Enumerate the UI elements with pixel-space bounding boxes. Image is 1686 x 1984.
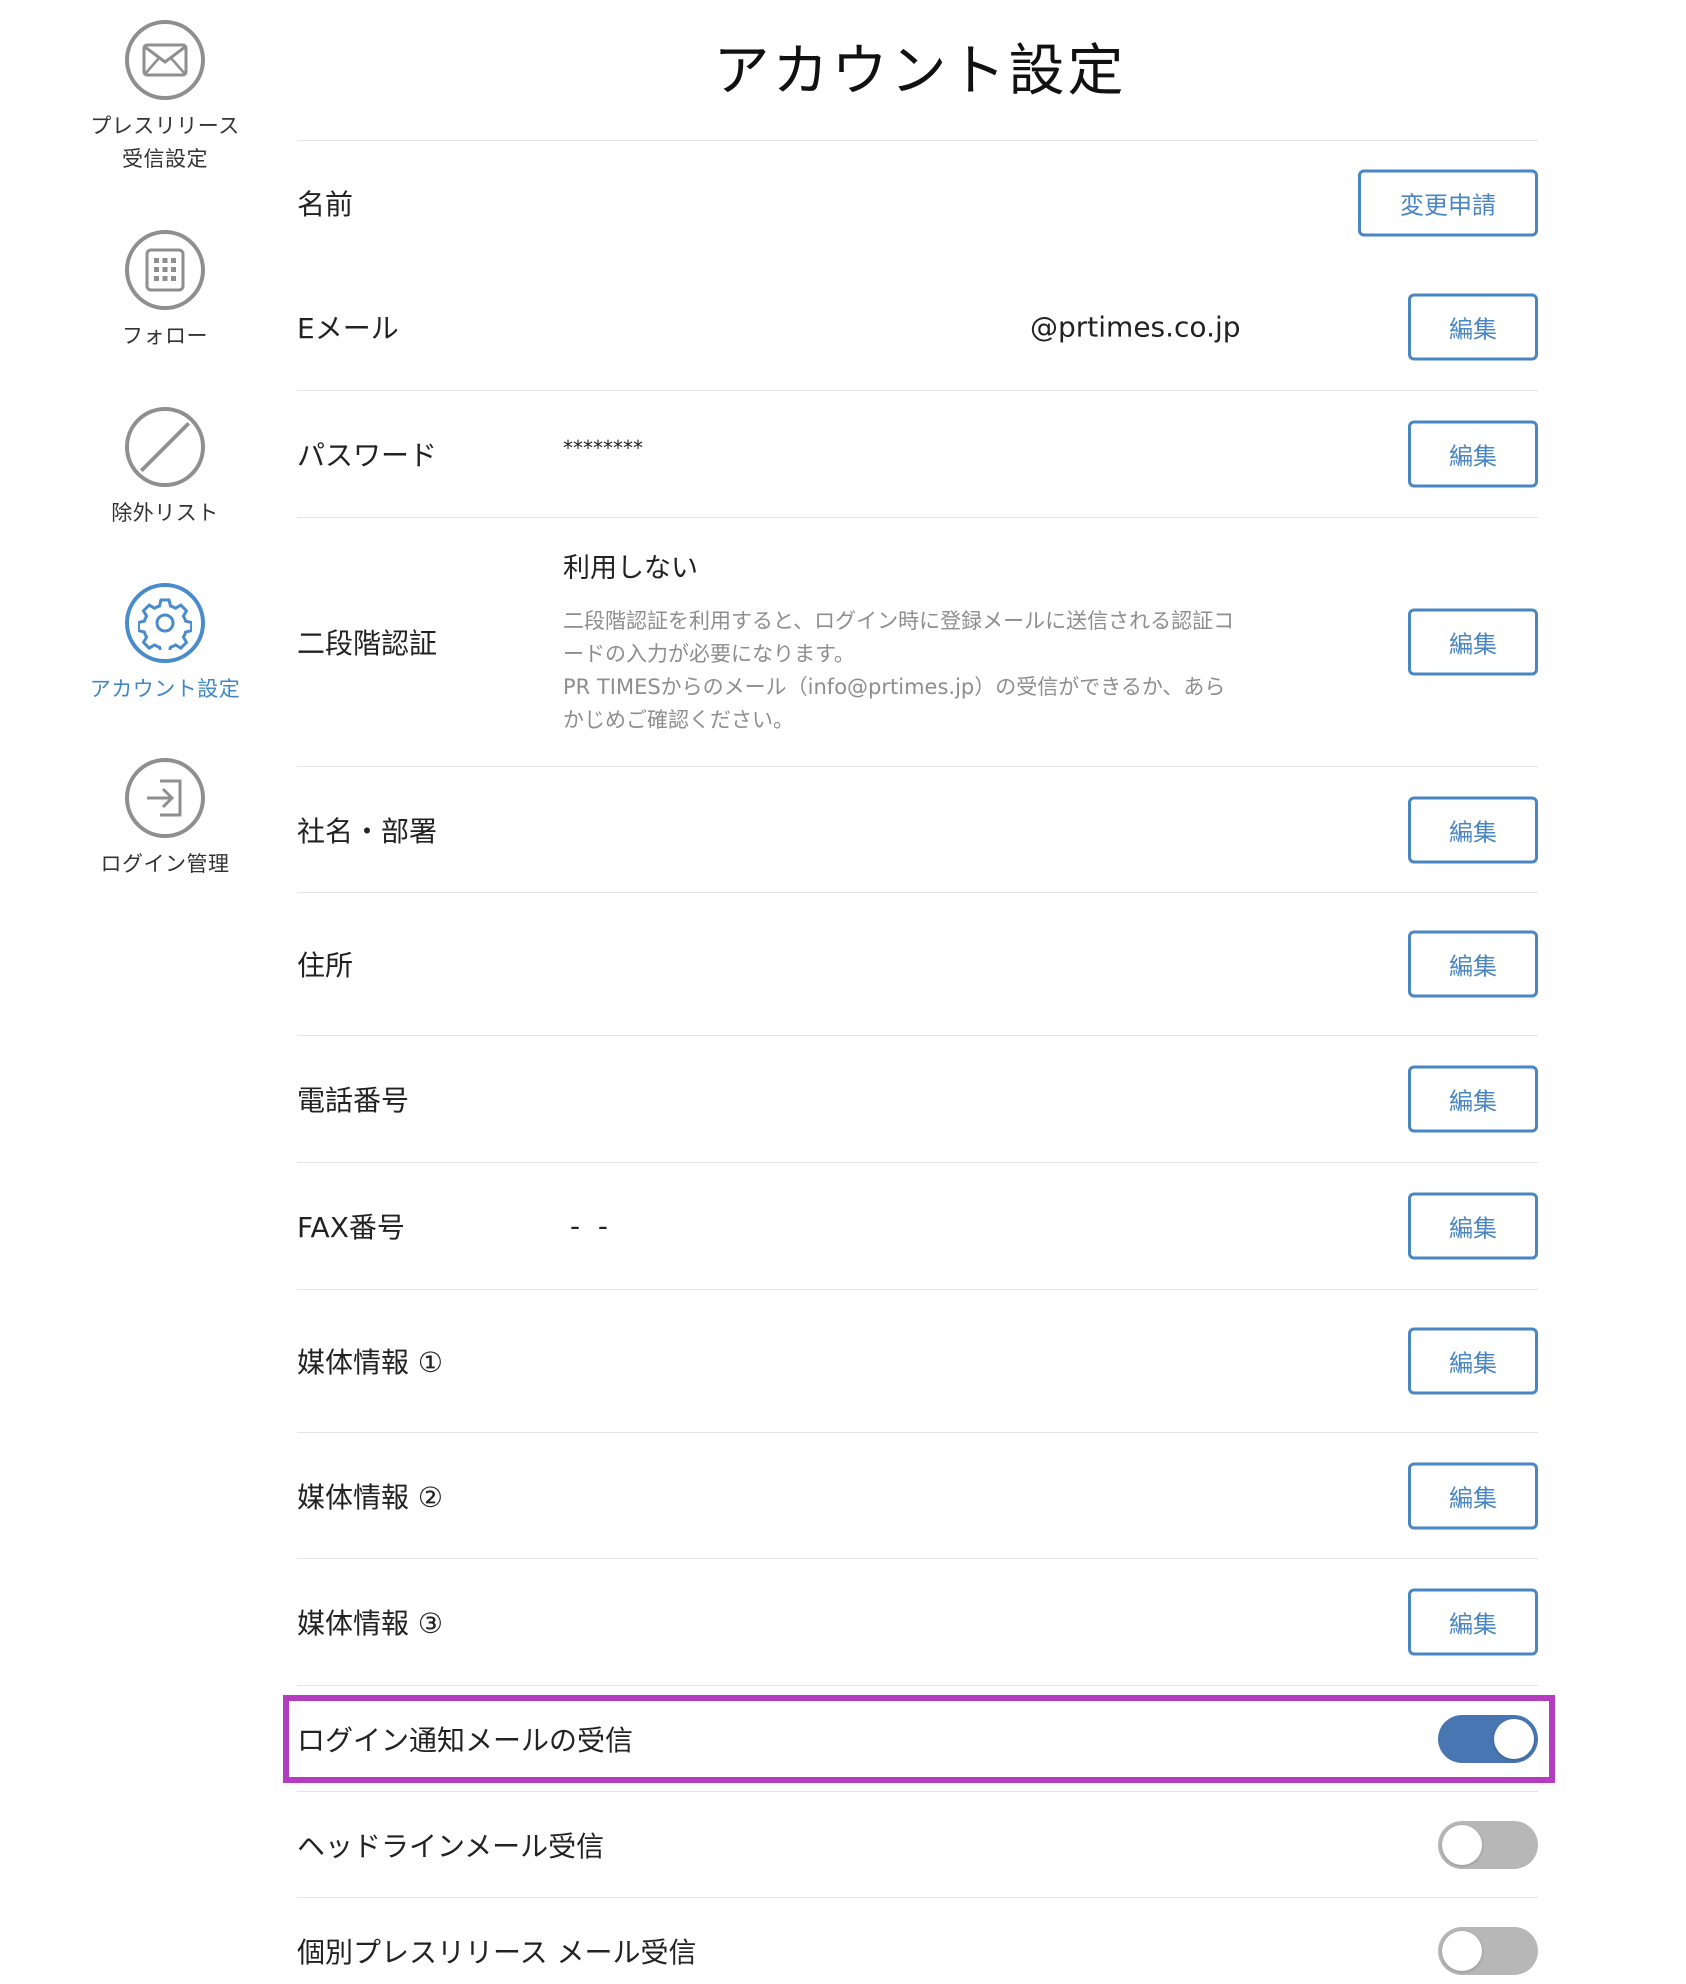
edit-media-1-button[interactable]: 編集 [1408, 1327, 1538, 1395]
page-title: アカウント設定 [713, 39, 1127, 104]
setting-row-media-3: 媒体情報 ③ 編集 [297, 1558, 1538, 1685]
edit-address-button[interactable]: 編集 [1408, 930, 1538, 998]
setting-label: 媒体情報 ③ [297, 1607, 444, 1640]
setting-row-email: Eメール @prtimes.co.jp 編集 [297, 264, 1538, 390]
prohibited-icon [125, 407, 205, 487]
setting-row-two-factor: 二段階認証 利用しない 二段階認証を利用すると、ログイン時に登録メールに送信され… [297, 517, 1538, 766]
setting-label: Eメール [297, 312, 399, 345]
edit-company-button[interactable]: 編集 [1408, 796, 1538, 863]
request-change-button[interactable]: 変更申請 [1358, 169, 1538, 236]
sidebar-item-follow[interactable]: フォロー [0, 230, 330, 353]
toggle-knob [1442, 1930, 1482, 1971]
setting-row-name: 名前 変更申請 [297, 140, 1538, 264]
setting-label: 二段階認証 [297, 627, 438, 660]
sidebar-item-login-management[interactable]: ログイン管理 [0, 758, 330, 881]
two-factor-info: 利用しない 二段階認証を利用すると、ログイン時に登録メールに送信される認証コ ー… [563, 546, 1263, 737]
setting-label: 社名・部署 [297, 814, 438, 848]
edit-phone-button[interactable]: 編集 [1408, 1065, 1538, 1133]
setting-label: ヘッドラインメール受信 [297, 1829, 605, 1863]
setting-label: 電話番号 [297, 1084, 410, 1117]
gear-icon [125, 583, 205, 663]
sidebar-item-label: ログイン管理 [100, 852, 230, 876]
envelope-icon [125, 20, 205, 100]
individual-release-mail-toggle[interactable] [1438, 1926, 1538, 1975]
setting-label: パスワード [297, 439, 438, 472]
sidebar-item-press-release-settings[interactable]: プレスリリース 受信設定 [0, 20, 330, 176]
setting-row-password: パスワード ******** 編集 [297, 390, 1538, 517]
setting-label: FAX番号 [297, 1211, 405, 1244]
setting-label: 名前 [297, 187, 354, 221]
login-notification-toggle[interactable] [1438, 1714, 1538, 1763]
toggle-knob [1494, 1718, 1534, 1759]
setting-row-login-notification: ログイン通知メールの受信 [297, 1685, 1538, 1791]
setting-row-address: 住所 編集 [297, 892, 1538, 1035]
sidebar-item-label: アカウント設定 [89, 677, 241, 701]
sidebar-item-label: プレスリリース 受信設定 [90, 114, 240, 171]
headline-mail-toggle[interactable] [1438, 1820, 1538, 1869]
sidebar-item-account-settings[interactable]: アカウント設定 [0, 583, 330, 706]
setting-row-fax: FAX番号 - - 編集 [297, 1162, 1538, 1289]
setting-row-media-2: 媒体情報 ② 編集 [297, 1432, 1538, 1558]
setting-row-headline-mail: ヘッドラインメール受信 [297, 1791, 1538, 1897]
sidebar-item-label: フォロー [122, 324, 208, 348]
sidebar: プレスリリース 受信設定 フォロー 除外リスト アカウント設定 ログイン管理 [0, 0, 330, 1984]
edit-email-button[interactable]: 編集 [1408, 293, 1538, 361]
setting-label: 住所 [297, 949, 354, 982]
edit-media-3-button[interactable]: 編集 [1408, 1588, 1538, 1656]
edit-media-2-button[interactable]: 編集 [1408, 1462, 1538, 1529]
two-factor-description: 二段階認証を利用すると、ログイン時に登録メールに送信される認証コ ードの入力が必… [563, 609, 1235, 732]
sidebar-item-exclusion-list[interactable]: 除外リスト [0, 407, 330, 530]
edit-password-button[interactable]: 編集 [1408, 420, 1538, 488]
setting-label: 媒体情報 ① [297, 1346, 444, 1379]
fax-value: - - [570, 1209, 609, 1243]
email-value: @prtimes.co.jp [1030, 310, 1241, 344]
account-settings-list: 名前 変更申請 Eメール @prtimes.co.jp 編集 パスワード ***… [297, 140, 1538, 1984]
setting-label: 個別プレスリリース メール受信 [297, 1935, 697, 1969]
edit-two-factor-button[interactable]: 編集 [1408, 608, 1538, 676]
sidebar-item-label: 除外リスト [111, 501, 219, 525]
building-icon [125, 230, 205, 310]
two-factor-status: 利用しない [563, 553, 698, 584]
setting-label: ログイン通知メールの受信 [297, 1723, 634, 1757]
edit-fax-button[interactable]: 編集 [1408, 1192, 1538, 1260]
login-icon [125, 758, 205, 838]
setting-label: 媒体情報 ② [297, 1480, 444, 1514]
setting-row-individual-release-mail: 個別プレスリリース メール受信 [297, 1897, 1538, 1984]
setting-row-phone: 電話番号 編集 [297, 1035, 1538, 1162]
setting-row-company: 社名・部署 編集 [297, 766, 1538, 892]
toggle-knob [1442, 1824, 1482, 1865]
password-value: ******** [563, 436, 643, 460]
setting-row-media-1: 媒体情報 ① 編集 [297, 1289, 1538, 1432]
